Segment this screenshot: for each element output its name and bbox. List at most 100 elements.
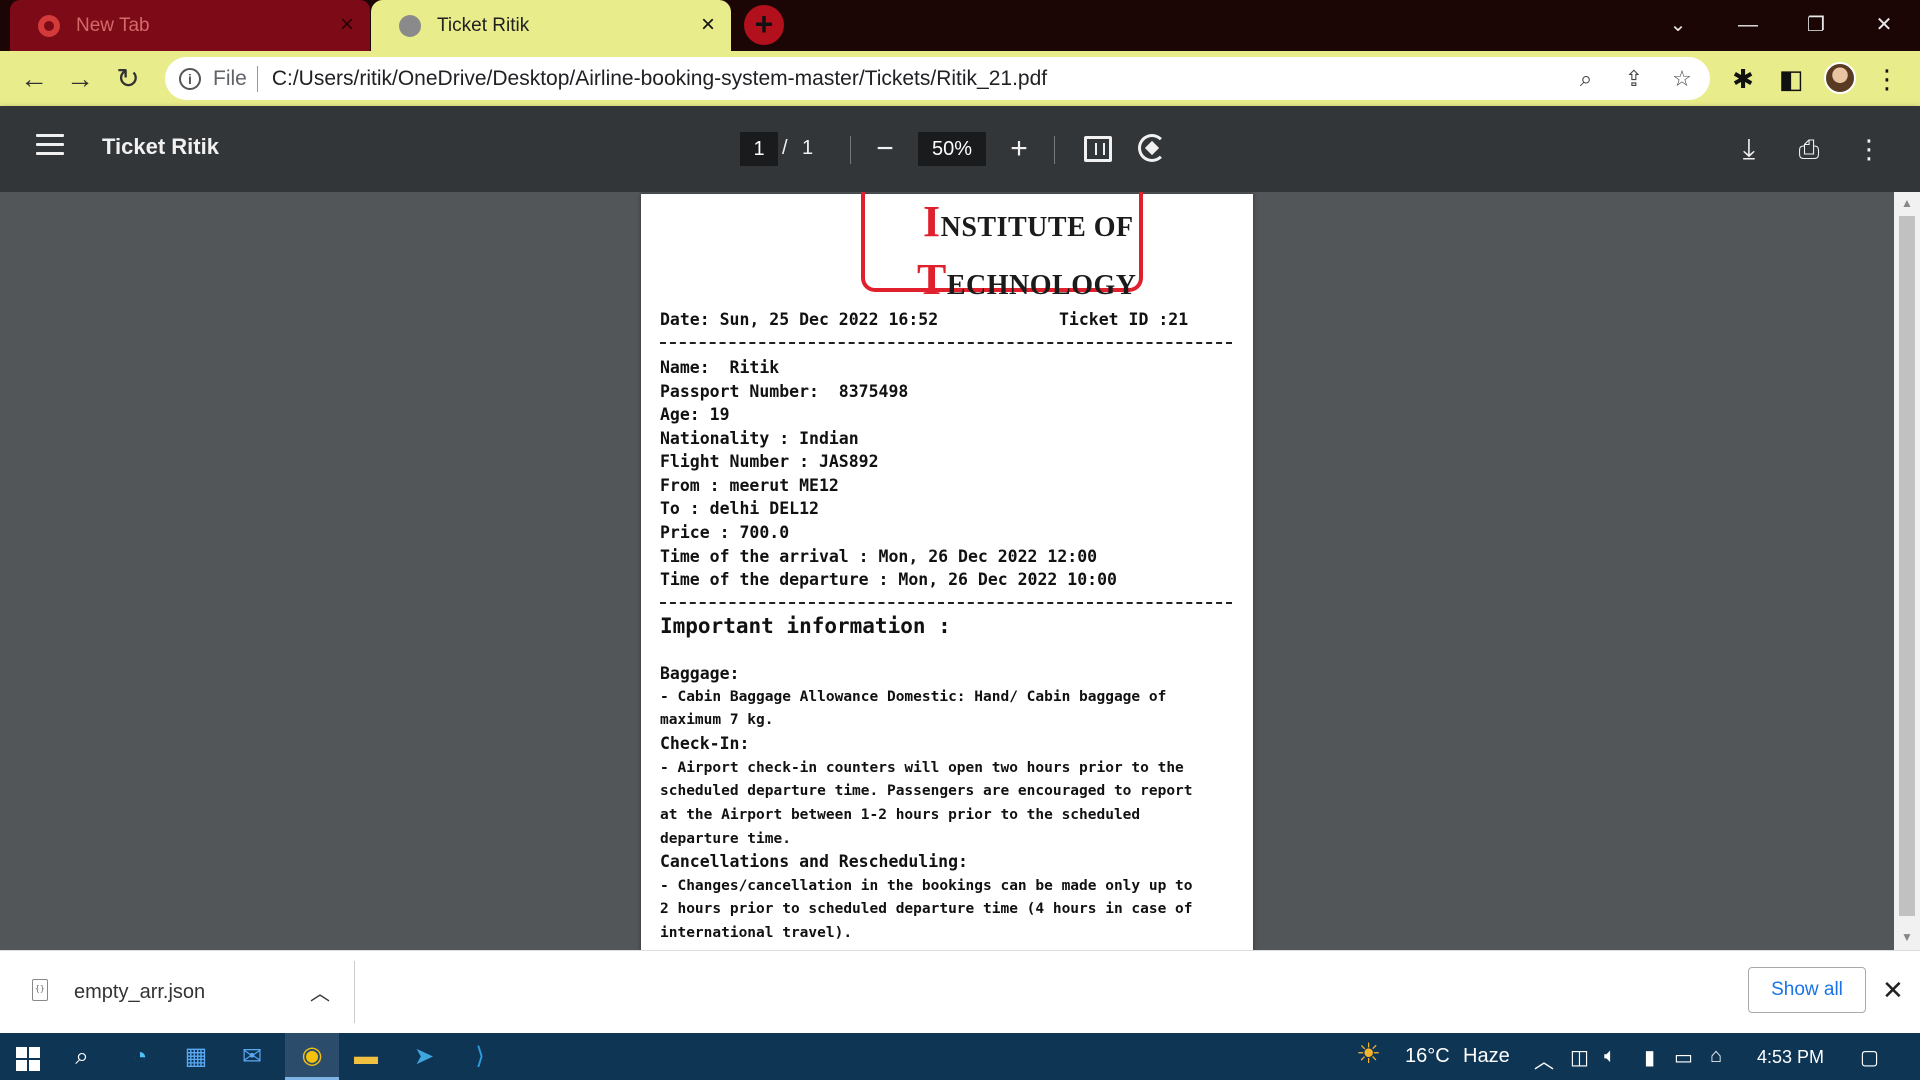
- network-icon[interactable]: ⌂: [1710, 1045, 1722, 1068]
- dashed-divider: [660, 342, 1232, 344]
- search-icon[interactable]: ⌕: [64, 1039, 100, 1075]
- telegram-icon[interactable]: ➤: [406, 1039, 442, 1075]
- tab-ticket-ritik[interactable]: Ticket Ritik ×: [371, 0, 731, 51]
- edge-browser-icon[interactable]: ◔: [122, 1039, 158, 1075]
- zoom-out-icon[interactable]: −: [866, 130, 904, 168]
- volume-icon[interactable]: 🔈︎: [1604, 1045, 1616, 1068]
- logo-line-2: TECHNOLOGY: [917, 255, 1137, 304]
- new-tab-button[interactable]: +: [744, 5, 784, 45]
- zoom-magnifier-icon[interactable]: ⌕: [1573, 66, 1599, 92]
- dashed-divider: [660, 602, 1232, 604]
- info-checkin-heading: Check-In:: [660, 734, 750, 753]
- globe-favicon-icon: [399, 14, 421, 37]
- scheme-label: File: [213, 66, 247, 90]
- show-all-button[interactable]: Show all: [1748, 967, 1866, 1013]
- tab-search-chevron-icon[interactable]: ⌄: [1658, 8, 1698, 42]
- vertical-scrollbar[interactable]: ▲ ▼: [1894, 192, 1920, 950]
- info-line: - Changes/cancellation in the bookings c…: [660, 878, 1193, 894]
- side-panel-icon[interactable]: ◧: [1774, 62, 1808, 96]
- address-bar[interactable]: i File C:/Users/ritik/OneDrive/Desktop/A…: [165, 57, 1710, 100]
- profile-avatar[interactable]: [1824, 62, 1856, 94]
- field-age: Age: 19: [660, 405, 730, 424]
- chrome-taskbar-button[interactable]: ◉: [285, 1033, 339, 1080]
- share-icon[interactable]: ⇪: [1621, 66, 1647, 92]
- battery-icon[interactable]: ▭: [1674, 1045, 1693, 1070]
- reload-icon[interactable]: ↻: [108, 59, 148, 99]
- windows-taskbar: ⌕ ◔ ▦ ✉ ◉ ▬ ➤ ⟩ ☀ 16°C Haze ︿ ◫ 🔈︎ ▮ ▭ ⌂…: [0, 1033, 1920, 1080]
- weather-temperature[interactable]: 16°C: [1405, 1045, 1450, 1068]
- forward-arrow-icon[interactable]: →: [60, 59, 100, 99]
- chevron-up-icon[interactable]: ︿: [310, 977, 330, 1006]
- info-line: - Cabin Baggage Allowance Domestic: Hand…: [660, 689, 1167, 705]
- download-icon[interactable]: ⤓: [1730, 130, 1768, 168]
- meet-now-icon[interactable]: ◫: [1570, 1045, 1589, 1070]
- weather-description[interactable]: Haze: [1463, 1045, 1510, 1068]
- close-download-bar-icon[interactable]: ✕: [1882, 977, 1904, 1003]
- field-name: Name: Ritik: [660, 358, 780, 377]
- tab-new-tab[interactable]: New Tab ×: [10, 0, 370, 51]
- info-cancellation-heading: Cancellations and Rescheduling:: [660, 852, 968, 871]
- rotate-icon[interactable]: [1138, 134, 1166, 162]
- bookmark-star-icon[interactable]: ☆: [1669, 66, 1695, 92]
- show-hidden-icons-chevron-icon[interactable]: ︿: [1534, 1045, 1554, 1074]
- mail-icon[interactable]: ✉: [234, 1039, 270, 1075]
- field-arrival: Time of the arrival : Mon, 26 Dec 2022 1…: [660, 547, 1098, 566]
- back-arrow-icon[interactable]: ←: [14, 59, 54, 99]
- close-tab-icon[interactable]: ×: [701, 13, 715, 37]
- scroll-up-arrow-icon[interactable]: ▲: [1901, 196, 1913, 210]
- chrome-icon: ◉: [301, 1042, 323, 1069]
- scrollbar-thumb[interactable]: [1899, 216, 1915, 916]
- print-icon[interactable]: ⎙: [1790, 130, 1828, 168]
- important-info-heading: Important information :: [660, 614, 951, 638]
- field-passport: Passport Number: 8375498: [660, 382, 909, 401]
- info-line: - Airport check-in counters will open tw…: [660, 760, 1184, 776]
- restore-icon[interactable]: ❐: [1796, 8, 1836, 42]
- info-line: maximum 7 kg.: [660, 712, 774, 728]
- page-count: 1: [802, 137, 814, 159]
- pdf-page: INSTITUTE OF TECHNOLOGY Date: Sun, 25 De…: [641, 192, 1253, 950]
- zoom-in-icon[interactable]: +: [1000, 130, 1038, 168]
- microphone-icon[interactable]: ▮: [1644, 1045, 1655, 1070]
- ticket-date: Date: Sun, 25 Dec 2022 16:52: [660, 310, 939, 329]
- vscode-icon[interactable]: ⟩: [462, 1039, 498, 1075]
- close-window-icon[interactable]: ✕: [1864, 8, 1904, 42]
- info-line: scheduled departure time. Passengers are…: [660, 783, 1193, 799]
- extensions-puzzle-icon[interactable]: ✱: [1726, 62, 1760, 96]
- omnibox-divider: [256, 65, 258, 92]
- file-explorer-icon[interactable]: ▬: [348, 1039, 384, 1075]
- download-file-name[interactable]: empty_arr.json: [74, 981, 205, 1004]
- pdf-toolbar: Ticket Ritik 1 / 1 − 50% + ⤓ ⎙ ⋮: [0, 106, 1920, 192]
- browser-toolbar: ← → ↻ i File C:/Users/ritik/OneDrive/Des…: [0, 51, 1920, 106]
- chrome-menu-icon[interactable]: ⋮: [1870, 62, 1904, 96]
- scroll-down-arrow-icon[interactable]: ▼: [1901, 930, 1913, 944]
- pdf-title: Ticket Ritik: [102, 134, 219, 159]
- tab-label: Ticket Ritik: [437, 14, 530, 36]
- notifications-icon[interactable]: ▢: [1860, 1045, 1879, 1070]
- clock-time[interactable]: 4:53 PM: [1757, 1047, 1824, 1068]
- zoom-level-input[interactable]: 50%: [918, 132, 986, 166]
- toolbar-divider: [1054, 136, 1055, 164]
- tab-label: New Tab: [76, 14, 150, 36]
- json-file-icon: [32, 979, 48, 1001]
- weather-haze-icon[interactable]: ☀: [1356, 1037, 1381, 1070]
- field-nationality: Nationality : Indian: [660, 429, 859, 448]
- url-text[interactable]: C:/Users/ritik/OneDrive/Desktop/Airline-…: [272, 67, 1047, 91]
- page-number-input[interactable]: 1: [740, 132, 778, 166]
- institute-logo: INSTITUTE OF TECHNOLOGY: [861, 192, 1143, 304]
- more-options-icon[interactable]: ⋮: [1850, 130, 1888, 168]
- field-flight-number: Flight Number : JAS892: [660, 452, 879, 471]
- windows-start-icon[interactable]: [10, 1039, 46, 1075]
- info-line: at the Airport between 1-2 hours prior t…: [660, 807, 1141, 823]
- info-line: international travel).: [660, 925, 853, 941]
- fit-to-page-icon[interactable]: [1084, 136, 1112, 162]
- page-separator: /: [782, 137, 788, 159]
- close-tab-icon[interactable]: ×: [340, 13, 354, 37]
- minimize-icon[interactable]: —: [1728, 8, 1768, 42]
- logo-line-1: INSTITUTE OF: [923, 197, 1134, 246]
- hamburger-menu-icon[interactable]: [36, 134, 64, 158]
- microsoft-store-icon[interactable]: ▦: [178, 1039, 214, 1075]
- download-divider: [354, 961, 355, 1023]
- info-icon[interactable]: i: [179, 67, 201, 90]
- pdf-viewer[interactable]: INSTITUTE OF TECHNOLOGY Date: Sun, 25 De…: [0, 192, 1920, 950]
- field-price: Price : 700.0: [660, 523, 790, 542]
